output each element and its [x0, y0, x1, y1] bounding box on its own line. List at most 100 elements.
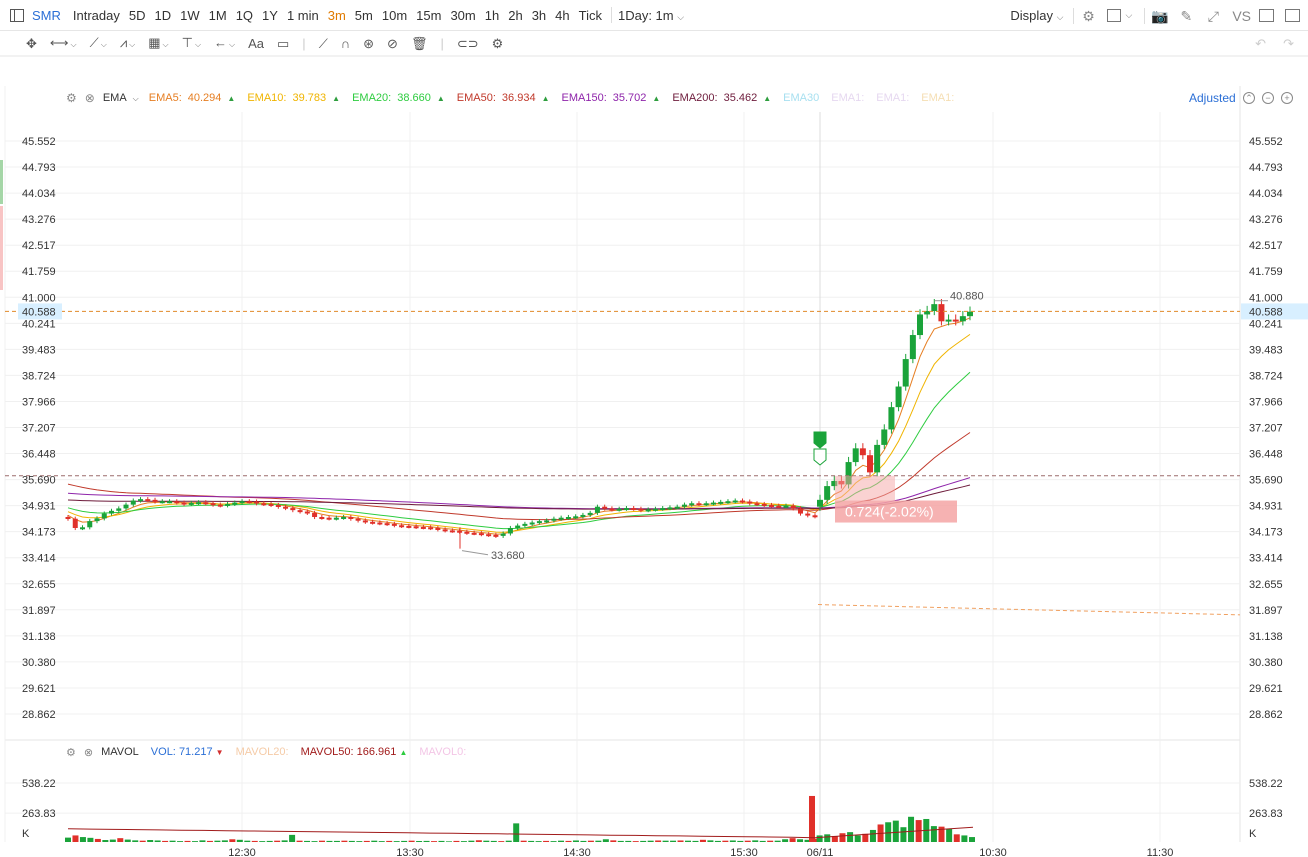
candle-body [391, 523, 397, 526]
volume-bar [408, 840, 415, 842]
candle-body [377, 522, 383, 525]
candle-body [159, 501, 165, 504]
candle-body [94, 518, 100, 522]
candle-body [852, 448, 859, 463]
price-tick-label-right: 34.173 [1249, 527, 1283, 539]
vol-value-number: 71.217 [178, 746, 213, 758]
legend-item-faded: EMA1: [921, 92, 955, 104]
volume-bars [5, 782, 1240, 842]
volume-bar [468, 840, 475, 842]
vol-value: VOL: 71.217 ▼ [151, 746, 224, 758]
volume-indicator-name[interactable]: MAVOL [101, 746, 139, 758]
gear-icon[interactable]: ⚙ [66, 746, 76, 759]
chevron-down-icon: ⌵ [132, 94, 139, 103]
volume-bar [610, 840, 617, 842]
volume-bar [505, 840, 512, 842]
candle-body [225, 503, 231, 506]
candle-body [203, 502, 209, 505]
legend-item-faded: EMA1: [876, 92, 910, 104]
price-tick-label-left: 39.483 [22, 344, 56, 356]
volume-bar [274, 840, 281, 842]
gear-icon[interactable]: ⚙ [66, 91, 77, 105]
candle-body [609, 508, 615, 511]
legend-item-faded: EMA30 [783, 92, 820, 104]
legend-arrow: ▲ [763, 93, 772, 103]
volume-bar [401, 840, 408, 842]
volume-bar [587, 840, 594, 842]
volume-bar [281, 840, 288, 842]
candle-body [558, 517, 564, 520]
minus-icon[interactable]: − [1262, 92, 1274, 104]
mavol50-value: MAVOL50: 166.961 ▲ [301, 746, 408, 758]
current-price-label: 40.588 [1249, 306, 1283, 318]
volume-bar [699, 839, 706, 842]
volume-bar [490, 840, 497, 842]
volume-bar [236, 839, 243, 842]
legend-value: 39.783 [292, 92, 327, 104]
volume-bar [759, 840, 766, 842]
legend-arrow: ▲ [652, 93, 661, 103]
candle-body [565, 517, 571, 520]
legend-arrow: ▲ [332, 93, 341, 103]
volume-bar [251, 840, 258, 842]
candle-body [754, 503, 760, 506]
candle-body [645, 509, 651, 512]
candle-body [725, 501, 731, 504]
volume-tick-label-left: 263.83 [22, 808, 56, 820]
price-tick-label-left: 29.621 [22, 683, 56, 695]
mavol20-label: MAVOL20: [235, 746, 289, 758]
volume-bar [767, 840, 774, 842]
ema-lines [67, 317, 971, 535]
volume-bar [869, 829, 876, 842]
volume-bar [318, 840, 325, 842]
price-tick-label-left: 28.862 [22, 709, 56, 721]
volume-bar [199, 840, 206, 842]
candle-body [442, 529, 448, 532]
candle-body [167, 501, 173, 504]
candle-body [783, 505, 789, 508]
candle-body [768, 504, 774, 507]
adjusted-button[interactable]: Adjusted [1189, 91, 1239, 105]
legend-name: EMA5: [148, 92, 182, 104]
price-tick-label-right: 31.138 [1249, 631, 1283, 643]
chevron-up-icon[interactable]: ⌃ [1243, 92, 1255, 104]
volume-bar [543, 840, 550, 842]
time-tick-label: 15:30 [730, 847, 758, 857]
candle-body [478, 533, 484, 536]
price-tick-label-right: 39.483 [1249, 344, 1283, 356]
volume-bar [333, 840, 340, 842]
candle-body [739, 500, 745, 503]
price-tick-label-right: 43.276 [1249, 214, 1283, 226]
plus-icon[interactable]: + [1281, 92, 1293, 104]
close-icon[interactable]: ⊗ [84, 746, 93, 759]
volume-bar [221, 840, 228, 842]
legend-value: 35.462 [723, 92, 758, 104]
candle-body [805, 513, 811, 516]
candle-body [938, 304, 945, 322]
candle-body [718, 501, 724, 504]
candle-body [370, 521, 376, 524]
buy-marker-icon [813, 431, 827, 449]
volume-bar [498, 841, 505, 842]
candle-body [464, 531, 470, 534]
volume-bar [229, 839, 236, 842]
candle-body [959, 316, 966, 322]
candle-body [631, 508, 637, 511]
volume-bar [520, 840, 527, 842]
candle-body [341, 517, 347, 520]
volume-bar [744, 840, 751, 842]
candle-body [304, 511, 310, 514]
left-strip [0, 160, 3, 204]
volume-tick-label-right: 538.22 [1249, 778, 1283, 790]
measure-label: 0.724(-2.02%) [845, 504, 934, 520]
volume-bar [565, 840, 572, 842]
volume-bar [206, 840, 213, 842]
price-chart[interactable]: 0.724(-2.02%) 40.880 33.680 45.552 45.552 44… [0, 0, 1308, 857]
current-price-label-left: 40.588 [22, 306, 56, 318]
volume-bar [453, 840, 460, 842]
candle-body [909, 335, 916, 360]
close-icon[interactable]: ⊗ [85, 91, 95, 105]
indicator-name[interactable]: EMA ⌵ [103, 92, 139, 104]
candle-body [616, 508, 622, 511]
volume-bar [378, 841, 385, 842]
